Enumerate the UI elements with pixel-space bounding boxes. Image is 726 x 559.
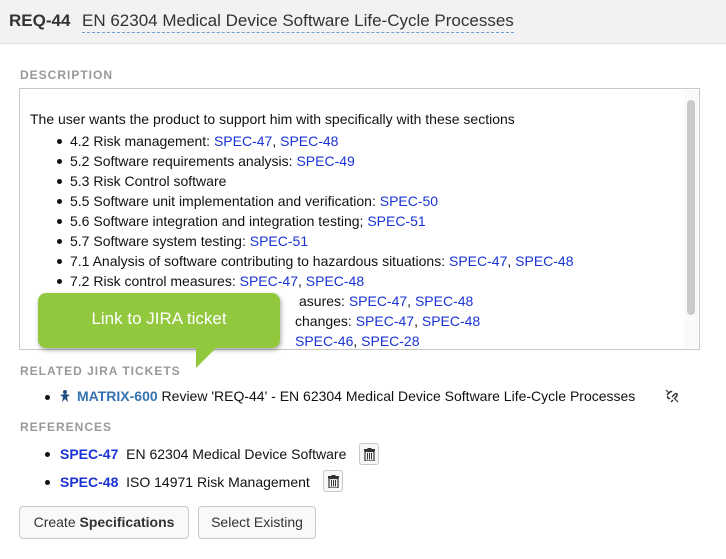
spec-link[interactable]: SPEC-47 — [214, 133, 272, 149]
spec-link[interactable]: SPEC-50 — [380, 193, 438, 209]
create-button-bold: Specifications — [79, 514, 175, 530]
description-item-text: 4.2 Risk management: — [70, 133, 214, 149]
description-list-item: 7.1 Analysis of software contributing to… — [30, 251, 574, 271]
trash-icon — [364, 448, 375, 461]
description-item-text: 5.3 Risk Control software — [70, 173, 227, 189]
delete-reference-button[interactable] — [323, 470, 343, 492]
reference-item: SPEC-48 ISO 14971 Risk Management — [60, 474, 310, 490]
description-list-item: 5.3 Risk Control software — [30, 171, 574, 191]
requirement-title[interactable]: EN 62304 Medical Device Software Life-Cy… — [82, 11, 514, 33]
list-bullet — [45, 452, 50, 457]
spec-link[interactable]: SPEC-48 — [306, 273, 364, 289]
related-jira-label: RELATED JIRA TICKETS — [20, 364, 181, 378]
requirement-header: REQ-44 EN 62304 Medical Device Software … — [0, 0, 726, 44]
description-item-text: asures: — [299, 293, 349, 309]
list-bullet — [45, 395, 50, 400]
jira-ticket-link[interactable]: MATRIX-600 — [77, 388, 158, 404]
description-list-item: 4.2 Risk management: SPEC-47, SPEC-48 — [30, 131, 574, 151]
spec-link[interactable]: SPEC-49 — [296, 153, 354, 169]
spec-link[interactable]: SPEC-47 — [356, 313, 414, 329]
description-list-item: 5.6 Software integration and integration… — [30, 211, 574, 231]
requirement-id: REQ-44 — [9, 11, 71, 30]
reference-link[interactable]: SPEC-48 — [60, 474, 118, 490]
spec-link[interactable]: SPEC-46 — [295, 333, 353, 349]
spec-link[interactable]: SPEC-47 — [449, 253, 507, 269]
delete-reference-button[interactable] — [359, 443, 379, 465]
reference-item: SPEC-47 EN 62304 Medical Device Software — [60, 446, 346, 462]
description-item-text: 5.5 Software unit implementation and ver… — [70, 193, 380, 209]
spec-link[interactable]: SPEC-48 — [415, 293, 473, 309]
callout-pointer — [196, 346, 218, 368]
description-intro: The user wants the product to support hi… — [30, 111, 515, 127]
jira-ticket-summary: Review 'REQ-44' - EN 62304 Medical Devic… — [161, 388, 636, 404]
spec-link[interactable]: SPEC-48 — [515, 253, 573, 269]
spec-link[interactable]: SPEC-48 — [422, 313, 480, 329]
description-scrollbar[interactable] — [684, 90, 698, 348]
trash-icon — [328, 475, 339, 488]
description-item-text: 5.6 Software integration and integration… — [70, 213, 368, 229]
reference-title: ISO 14971 Risk Management — [126, 474, 310, 490]
description-item-text: 5.2 Software requirements analysis: — [70, 153, 297, 169]
description-item-text: 7.1 Analysis of software contributing to… — [70, 253, 449, 269]
description-list-item: 5.2 Software requirements analysis: SPEC… — [30, 151, 574, 171]
description-label: DESCRIPTION — [20, 68, 114, 82]
spec-link[interactable]: SPEC-48 — [280, 133, 338, 149]
jira-icon — [58, 389, 72, 403]
scrollbar-thumb[interactable] — [687, 100, 695, 315]
description-list-item: 5.5 Software unit implementation and ver… — [30, 191, 574, 211]
reference-title: EN 62304 Medical Device Software — [126, 446, 347, 462]
create-specifications-button[interactable]: Create Specifications — [19, 506, 189, 539]
callout-text: Link to JIRA ticket — [91, 309, 227, 328]
description-item-text: 7.2 Risk control measures: — [70, 273, 240, 289]
select-existing-button[interactable]: Select Existing — [198, 506, 316, 539]
callout-tooltip: Link to JIRA ticket — [38, 293, 280, 348]
unlink-icon[interactable] — [664, 388, 680, 404]
reference-link[interactable]: SPEC-47 — [60, 446, 118, 462]
description-item-text: changes: — [295, 313, 356, 329]
create-button-prefix: Create — [33, 514, 80, 530]
spec-link[interactable]: SPEC-47 — [349, 293, 407, 309]
list-bullet — [45, 480, 50, 485]
spec-link[interactable]: SPEC-47 — [240, 273, 298, 289]
spec-link[interactable]: SPEC-51 — [250, 233, 308, 249]
description-item-text: 5.7 Software system testing: — [70, 233, 250, 249]
description-list-item: 5.7 Software system testing: SPEC-51 — [30, 231, 574, 251]
spec-link[interactable]: SPEC-28 — [361, 333, 419, 349]
references-label: REFERENCES — [20, 420, 113, 434]
description-list-item: 7.2 Risk control measures: SPEC-47, SPEC… — [30, 271, 574, 291]
spec-link[interactable]: SPEC-51 — [367, 213, 425, 229]
jira-ticket-row: MATRIX-600 Review 'REQ-44' - EN 62304 Me… — [58, 388, 635, 404]
